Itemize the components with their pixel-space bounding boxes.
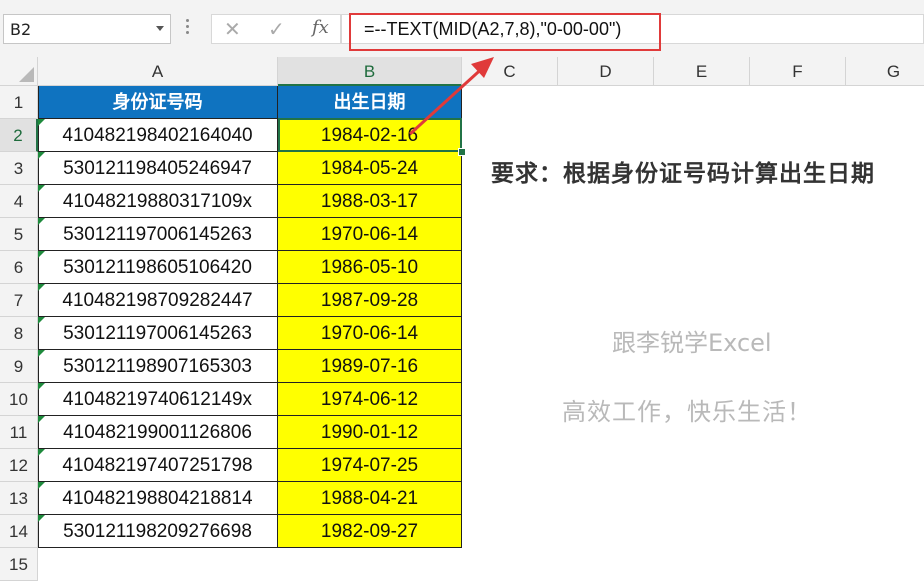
red-arrow [408,57,494,136]
